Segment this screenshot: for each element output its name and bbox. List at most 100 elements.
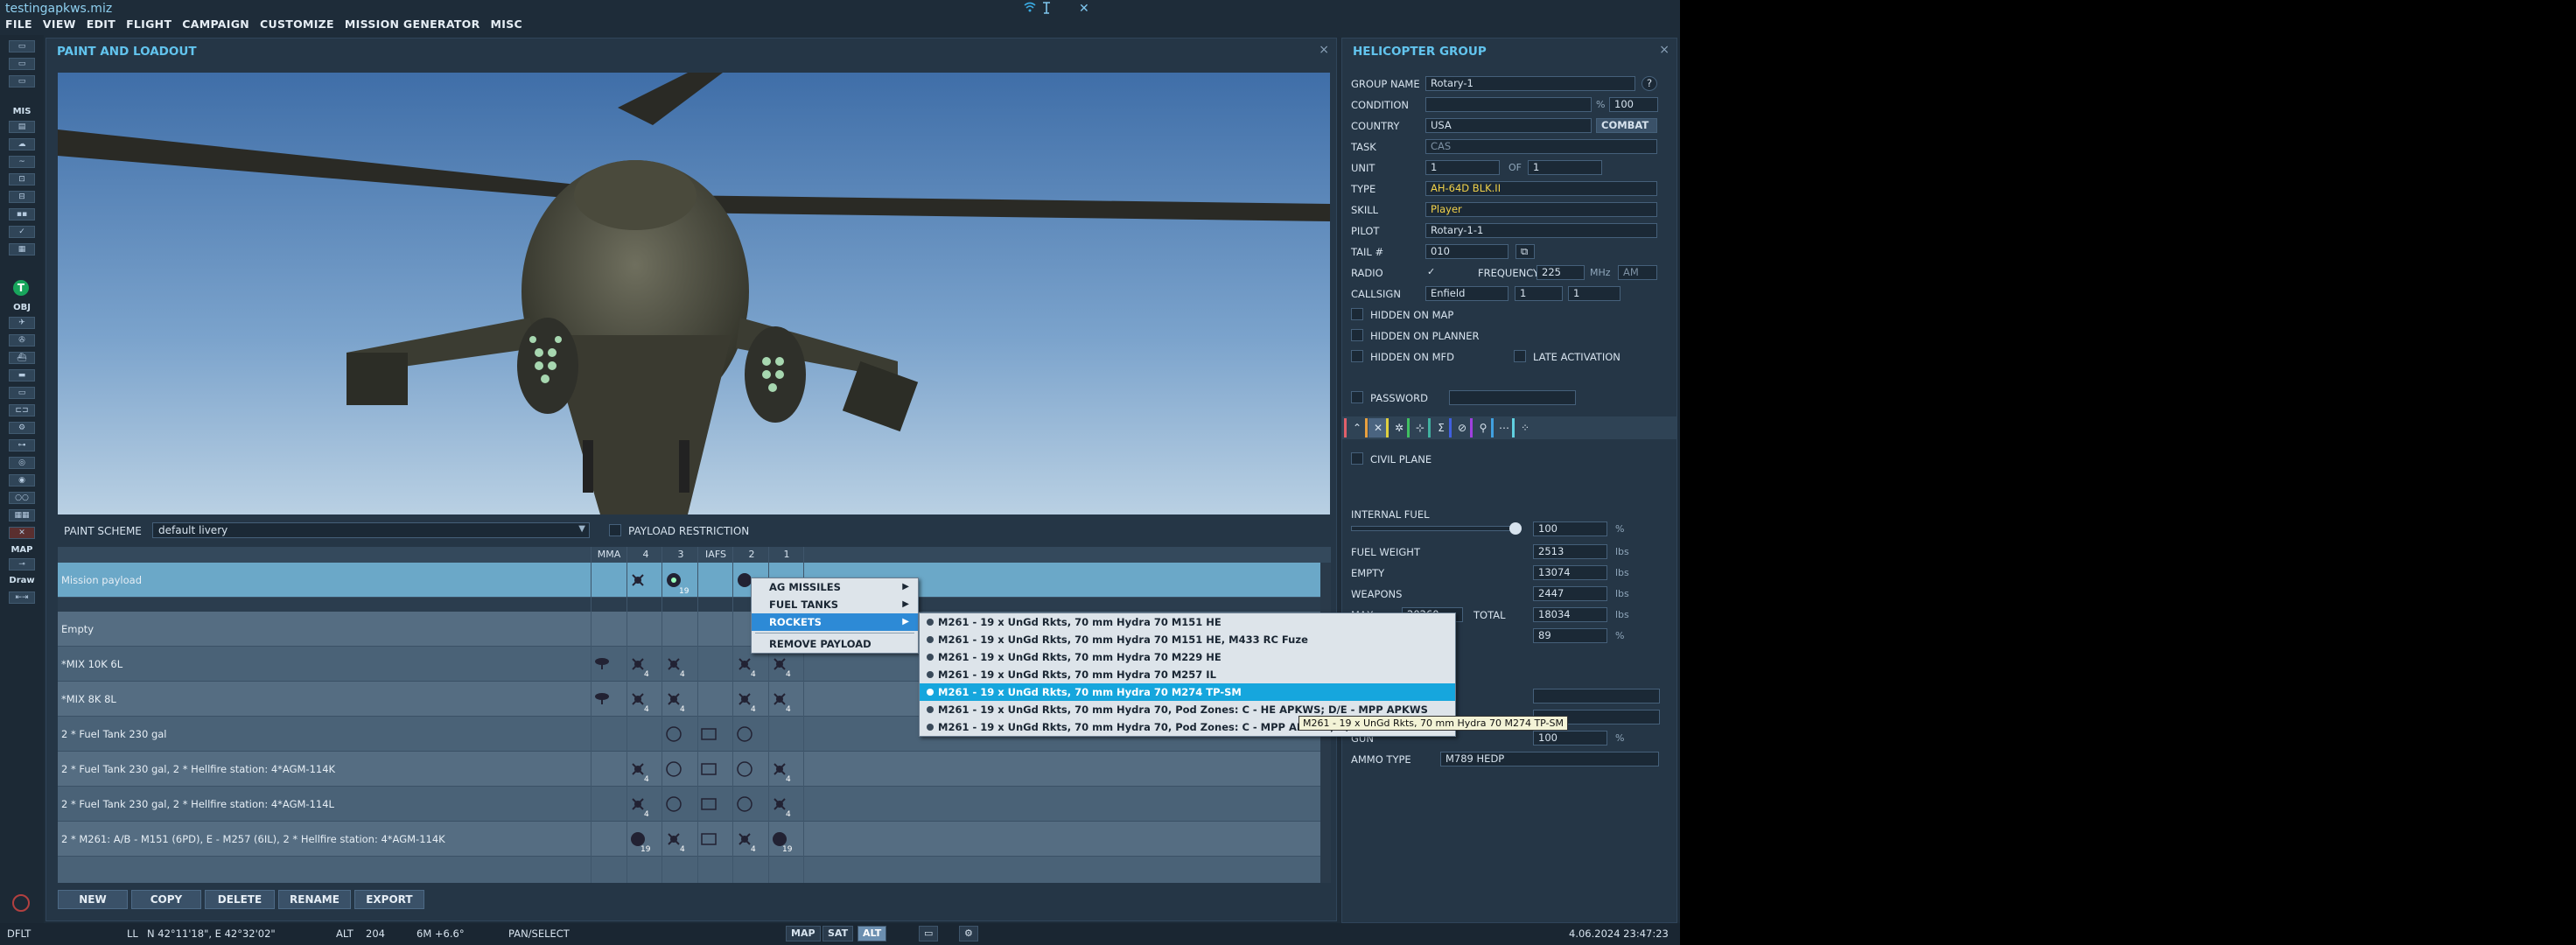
menu-item-rockets[interactable]: ROCKETS ▶ [752, 613, 918, 631]
helicopter-icon[interactable]: ✇ [9, 334, 35, 346]
menu-view[interactable]: VIEW [43, 18, 76, 35]
options-tab-icon[interactable]: ⋯ [1491, 418, 1514, 438]
mis-tool-5-icon[interactable]: ⊟ [9, 191, 35, 203]
close-icon[interactable]: × [1319, 43, 1329, 57]
payload-tab-icon[interactable]: ✕ [1365, 418, 1388, 438]
mis-tool-3-icon[interactable]: ~ [9, 156, 35, 168]
condition-value[interactable]: 100 [1609, 97, 1658, 112]
hidden-on-map-checkbox[interactable] [1351, 308, 1363, 320]
submenu-item[interactable]: M261 - 19 x UnGd Rkts, 70 mm Hydra 70 M1… [920, 613, 1455, 631]
datalink-tab-icon[interactable]: ⁘ [1512, 418, 1535, 438]
hidden-on-mfd-checkbox[interactable] [1351, 350, 1363, 362]
checkmark-icon[interactable]: ✓ [9, 226, 35, 238]
task-select[interactable]: CAS [1425, 139, 1657, 154]
tower-icon[interactable] [1041, 2, 1052, 18]
trigger-icon[interactable]: T [13, 280, 29, 296]
type-select[interactable]: AH-64D BLK.II [1425, 181, 1657, 196]
mis-tool-1-icon[interactable]: ▤ [9, 121, 35, 133]
submenu-item[interactable]: M261 - 19 x UnGd Rkts, 70 mm Hydra 70 M1… [920, 631, 1455, 648]
key-icon[interactable]: ⊸ [9, 558, 35, 570]
unit-stepper[interactable]: 1 [1425, 160, 1500, 175]
delete-tool-icon[interactable]: ✕ [9, 527, 35, 539]
mis-tool-6-icon[interactable]: ▪▪ [9, 208, 35, 220]
sat-button[interactable]: SAT [822, 926, 854, 942]
alt-button[interactable]: ALT [858, 926, 887, 942]
settings-icon[interactable]: ⚙ [959, 926, 978, 942]
mis-tool-8-icon[interactable]: ▦ [9, 243, 35, 256]
draw-label[interactable]: Draw [0, 576, 44, 585]
condition-input[interactable] [1425, 97, 1592, 112]
new-file-icon[interactable]: ▭ [9, 40, 35, 52]
table-row[interactable] [58, 857, 1331, 883]
rename-button[interactable]: RENAME [278, 890, 351, 909]
profile-select[interactable]: DFLT [7, 928, 31, 940]
modulation-select[interactable]: AM [1618, 265, 1657, 280]
callsign-select[interactable]: Enfield [1425, 286, 1508, 301]
password-checkbox[interactable] [1351, 391, 1363, 403]
civil-plane-checkbox[interactable] [1351, 452, 1363, 465]
radio-checkbox[interactable]: ✓ [1427, 266, 1435, 277]
late-activation-checkbox[interactable] [1514, 350, 1526, 362]
guns-input[interactable]: 100 [1533, 731, 1607, 746]
grid-tools-icon[interactable]: ▦▦ [9, 509, 35, 522]
password-input[interactable] [1449, 390, 1576, 405]
group-name-input[interactable]: Rotary-1 [1425, 76, 1635, 91]
menu-edit[interactable]: EDIT [87, 18, 116, 35]
static-icon[interactable]: ▭ [9, 387, 35, 399]
map-button[interactable]: MAP [786, 926, 821, 942]
delete-button[interactable]: DELETE [205, 890, 275, 909]
skill-select[interactable]: Player [1425, 202, 1657, 217]
extra-input[interactable] [1533, 689, 1660, 704]
close-icon[interactable]: ✕ [1079, 2, 1089, 16]
internal-fuel-slider[interactable] [1351, 522, 1522, 535]
close-icon[interactable]: × [1659, 43, 1670, 57]
waypoint-icon[interactable]: ⊶ [9, 439, 35, 452]
network-icon[interactable] [1024, 2, 1036, 16]
pilot-input[interactable]: Rotary-1-1 [1425, 223, 1657, 238]
rocket-pod-icon[interactable] [665, 571, 682, 589]
mis-tool-4-icon[interactable]: ⊡ [9, 173, 35, 186]
hellfire-icon[interactable] [629, 571, 647, 589]
payload-restriction-checkbox[interactable] [609, 524, 621, 536]
menu-customize[interactable]: CUSTOMIZE [260, 18, 334, 35]
menu-item-remove-payload[interactable]: REMOVE PAYLOAD [752, 635, 918, 653]
callsign-number-1[interactable]: 1 [1515, 286, 1563, 301]
record-icon[interactable] [12, 894, 30, 912]
table-row[interactable]: 2 * M261: A/B - M151 (6PD), E - M257 (6I… [58, 822, 1331, 857]
help-icon[interactable]: ? [1642, 76, 1657, 91]
mis-tool-2-icon[interactable]: ☁ [9, 138, 35, 150]
of-stepper[interactable]: 1 [1528, 160, 1602, 175]
frequency-input[interactable]: 225 [1536, 265, 1585, 280]
save-file-icon[interactable]: ▭ [9, 75, 35, 88]
table-row[interactable]: 2 * Fuel Tank 230 gal, 2 * Hellfire stat… [58, 787, 1331, 822]
route-tab-icon[interactable]: ⌃ [1344, 418, 1367, 438]
table-row[interactable]: 2 * Fuel Tank 230 gal, 2 * Hellfire stat… [58, 752, 1331, 787]
submenu-item[interactable]: M261 - 19 x UnGd Rkts, 70 mm Hydra 70 M2… [920, 683, 1455, 701]
layer-icon[interactable]: ▭ [919, 926, 939, 942]
ship-icon[interactable]: ⛴ [9, 352, 35, 364]
open-file-icon[interactable]: ▭ [9, 58, 35, 70]
ruler-icon[interactable]: ⇤⇥ [9, 592, 35, 604]
submenu-item[interactable]: M261 - 19 x UnGd Rkts, 70 mm Hydra 70 M2… [920, 666, 1455, 683]
building-icon[interactable]: ⊏⊐ [9, 404, 35, 416]
tail-input[interactable]: 010 [1425, 244, 1508, 259]
menu-item-fuel-tanks[interactable]: FUEL TANKS ▶ [752, 596, 918, 613]
copy-tail-icon[interactable]: ⧉ [1516, 244, 1535, 259]
callsign-number-2[interactable]: 1 [1568, 286, 1620, 301]
copy-button[interactable]: COPY [131, 890, 201, 909]
export-button[interactable]: EXPORT [354, 890, 424, 909]
submenu-item[interactable]: M261 - 19 x UnGd Rkts, 70 mm Hydra 70 M2… [920, 648, 1455, 666]
new-button[interactable]: NEW [58, 890, 128, 909]
combat-button[interactable]: COMBAT [1596, 118, 1657, 133]
country-select[interactable]: USA [1425, 118, 1592, 133]
plane-icon[interactable]: ✈ [9, 317, 35, 329]
ammo-type-select[interactable]: M789 HEDP [1440, 752, 1659, 766]
slider-knob[interactable] [1509, 522, 1522, 535]
hidden-on-planner-checkbox[interactable] [1351, 329, 1363, 341]
zone-icon[interactable]: ◉ [9, 474, 35, 486]
internal-fuel-input[interactable]: 100 [1533, 522, 1607, 536]
table-row[interactable]: Mission payload 19 [58, 563, 1331, 598]
summary-tab-icon[interactable]: ✲ [1386, 418, 1409, 438]
menu-item-ag-missiles[interactable]: AG MISSILES ▶ [752, 578, 918, 596]
tank-icon[interactable]: ⚙ [9, 422, 35, 434]
